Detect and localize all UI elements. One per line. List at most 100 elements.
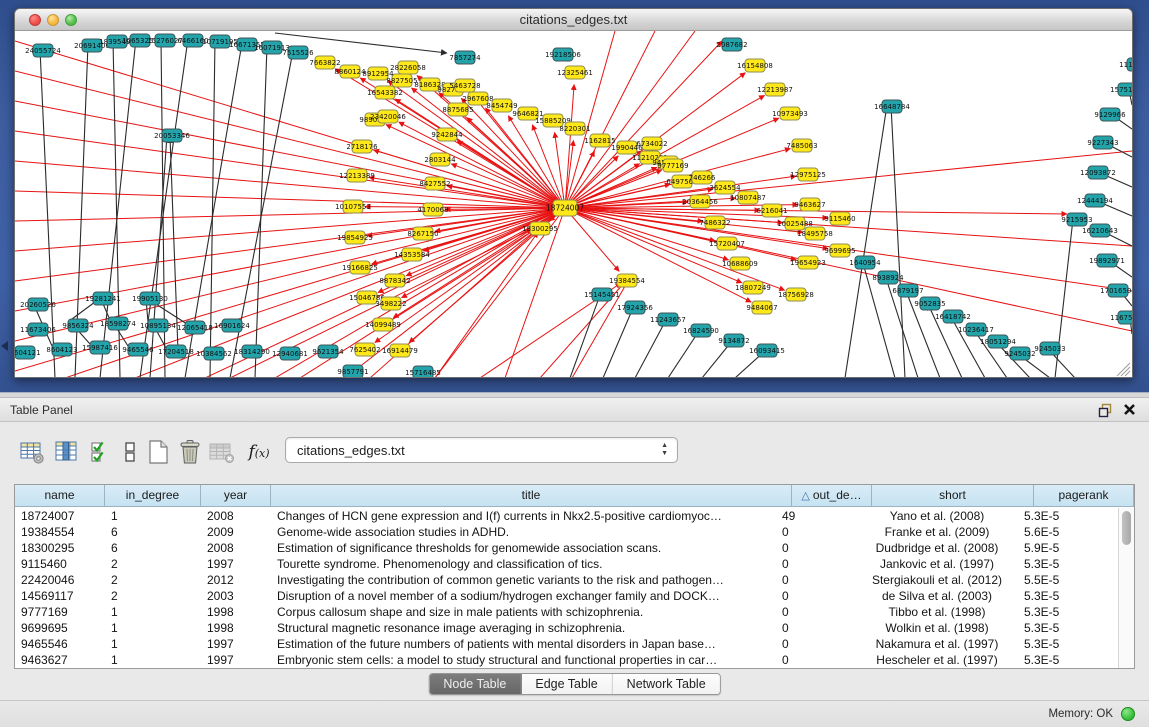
- select-columns-icon[interactable]: [52, 438, 80, 466]
- function-builder-icon[interactable]: f(x): [242, 438, 276, 466]
- table-row[interactable]: 946554611997Estimation of the future num…: [15, 636, 1118, 652]
- float-panel-icon[interactable]: [1098, 403, 1113, 418]
- table-cell[interactable]: 9463627: [15, 652, 105, 668]
- table-cell[interactable]: 5.6E-5: [1018, 524, 1118, 540]
- table-cell[interactable]: Stergiakouli et al. (2012): [856, 572, 1018, 588]
- table-cell[interactable]: Nakamura et al. (1997): [856, 636, 1018, 652]
- column-header-year[interactable]: year: [201, 485, 271, 506]
- table-cell[interactable]: 5.3E-5: [1018, 604, 1118, 620]
- table-selector-dropdown[interactable]: citations_edges.txt ▲▼: [285, 437, 678, 463]
- tab-edge-table[interactable]: Edge Table: [521, 674, 612, 694]
- delete-column-icon[interactable]: [176, 438, 204, 466]
- table-row[interactable]: 1872400712008Changes of HCN gene express…: [15, 508, 1118, 524]
- table-cell[interactable]: Disruption of a novel member of a sodium…: [271, 588, 776, 604]
- new-column-icon[interactable]: [144, 438, 172, 466]
- table-cell[interactable]: 5.3E-5: [1018, 636, 1118, 652]
- table-cell[interactable]: 14569117: [15, 588, 105, 604]
- table-row[interactable]: 2242004622012Investigating the contribut…: [15, 572, 1118, 588]
- table-cell[interactable]: 1997: [201, 636, 271, 652]
- select-all-icon[interactable]: [88, 438, 116, 466]
- table-cell[interactable]: 2: [105, 556, 201, 572]
- table-row[interactable]: 969969511998Structural magnetic resonanc…: [15, 620, 1118, 636]
- column-header-name[interactable]: name: [15, 485, 105, 506]
- table-cell[interactable]: Corpus callosum shape and size in male p…: [271, 604, 776, 620]
- table-cell[interactable]: 1997: [201, 556, 271, 572]
- column-header-pagerank[interactable]: pagerank: [1034, 485, 1134, 506]
- table-cell[interactable]: 1998: [201, 604, 271, 620]
- table-cell[interactable]: 1: [105, 604, 201, 620]
- table-cell[interactable]: Investigating the contribution of common…: [271, 572, 776, 588]
- table-cell[interactable]: 2008: [201, 540, 271, 556]
- table-cell[interactable]: Structural magnetic resonance image aver…: [271, 620, 776, 636]
- table-cell[interactable]: Yano et al. (2008): [856, 508, 1018, 524]
- table-cell[interactable]: 18300295: [15, 540, 105, 556]
- table-row[interactable]: 1830029562008Estimation of significance …: [15, 540, 1118, 556]
- table-body[interactable]: 1872400712008Changes of HCN gene express…: [15, 508, 1118, 668]
- table-settings-icon[interactable]: [18, 438, 46, 466]
- table-row[interactable]: 911546021997Tourette syndrome. Phenomeno…: [15, 556, 1118, 572]
- table-cell[interactable]: Dudbridge et al. (2008): [856, 540, 1018, 556]
- table-cell[interactable]: Estimation of significance thresholds fo…: [271, 540, 776, 556]
- splitter-collapse-arrow-icon[interactable]: [1, 341, 8, 351]
- table-cell[interactable]: 0: [776, 556, 856, 572]
- table-cell[interactable]: 0: [776, 636, 856, 652]
- table-scrollbar[interactable]: [1118, 508, 1134, 668]
- table-cell[interactable]: 0: [776, 652, 856, 668]
- table-cell[interactable]: 9777169: [15, 604, 105, 620]
- column-header-in_degree[interactable]: in_degree: [105, 485, 201, 506]
- table-cell[interactable]: 0: [776, 604, 856, 620]
- table-cell[interactable]: Jankovic et al. (1997): [856, 556, 1018, 572]
- table-cell[interactable]: de Silva et al. (2003): [856, 588, 1018, 604]
- scrollbar-thumb[interactable]: [1122, 511, 1131, 545]
- table-cell[interactable]: 1: [105, 636, 201, 652]
- table-cell[interactable]: 6: [105, 524, 201, 540]
- table-cell[interactable]: 2009: [201, 524, 271, 540]
- column-header-out_de[interactable]: △out_de…: [792, 485, 872, 506]
- table-cell[interactable]: 1998: [201, 620, 271, 636]
- table-cell[interactable]: 6: [105, 540, 201, 556]
- table-cell[interactable]: 5.9E-5: [1018, 540, 1118, 556]
- resize-grip-icon[interactable]: [1113, 359, 1131, 377]
- table-row[interactable]: 1456911722003Disruption of a novel membe…: [15, 588, 1118, 604]
- table-cell[interactable]: 0: [776, 620, 856, 636]
- table-cell[interactable]: 1997: [201, 652, 271, 668]
- table-cell[interactable]: 5.3E-5: [1018, 508, 1118, 524]
- table-cell[interactable]: 5.3E-5: [1018, 620, 1118, 636]
- table-cell[interactable]: Embryonic stem cells: a model to study s…: [271, 652, 776, 668]
- table-cell[interactable]: 2012: [201, 572, 271, 588]
- table-cell[interactable]: 18724007: [15, 508, 105, 524]
- table-cell[interactable]: 9699695: [15, 620, 105, 636]
- column-header-short[interactable]: short: [872, 485, 1034, 506]
- table-cell[interactable]: 49: [776, 508, 856, 524]
- table-cell[interactable]: Hescheler et al. (1997): [856, 652, 1018, 668]
- tab-node-table[interactable]: Node Table: [429, 674, 521, 694]
- table-cell[interactable]: 0: [776, 572, 856, 588]
- table-cell[interactable]: 9465546: [15, 636, 105, 652]
- table-row[interactable]: 946362711997Embryonic stem cells: a mode…: [15, 652, 1118, 668]
- table-cell[interactable]: 5.3E-5: [1018, 588, 1118, 604]
- table-cell[interactable]: 5.3E-5: [1018, 556, 1118, 572]
- table-cell[interactable]: Changes of HCN gene expression and I(f) …: [271, 508, 776, 524]
- table-cell[interactable]: 0: [776, 588, 856, 604]
- clear-selection-icon[interactable]: [116, 438, 144, 466]
- table-cell[interactable]: 2008: [201, 508, 271, 524]
- close-panel-icon[interactable]: [1122, 402, 1137, 417]
- table-cell[interactable]: 5.3E-5: [1018, 652, 1118, 668]
- table-cell[interactable]: Tibbo et al. (1998): [856, 604, 1018, 620]
- table-cell[interactable]: 9115460: [15, 556, 105, 572]
- table-cell[interactable]: 2003: [201, 588, 271, 604]
- table-cell[interactable]: 0: [776, 540, 856, 556]
- table-cell[interactable]: 5.5E-5: [1018, 572, 1118, 588]
- table-cell[interactable]: 0: [776, 524, 856, 540]
- window-titlebar[interactable]: citations_edges.txt: [15, 9, 1132, 31]
- network-window[interactable]: citations_edges.txt 24055724206914061839…: [14, 8, 1133, 378]
- table-cell[interactable]: Estimation of the future numbers of pati…: [271, 636, 776, 652]
- table-cell[interactable]: Genome-wide association studies in ADHD.: [271, 524, 776, 540]
- table-cell[interactable]: Wolkin et al. (1998): [856, 620, 1018, 636]
- table-cell[interactable]: 22420046: [15, 572, 105, 588]
- memory-status-indicator[interactable]: [1121, 707, 1135, 721]
- table-cell[interactable]: 1: [105, 508, 201, 524]
- tab-network-table[interactable]: Network Table: [613, 674, 720, 694]
- network-svg[interactable]: 2405572420691406183954971065325715276027…: [15, 31, 1132, 378]
- table-header-row[interactable]: namein_degreeyeartitle△out_de…shortpager…: [15, 485, 1134, 507]
